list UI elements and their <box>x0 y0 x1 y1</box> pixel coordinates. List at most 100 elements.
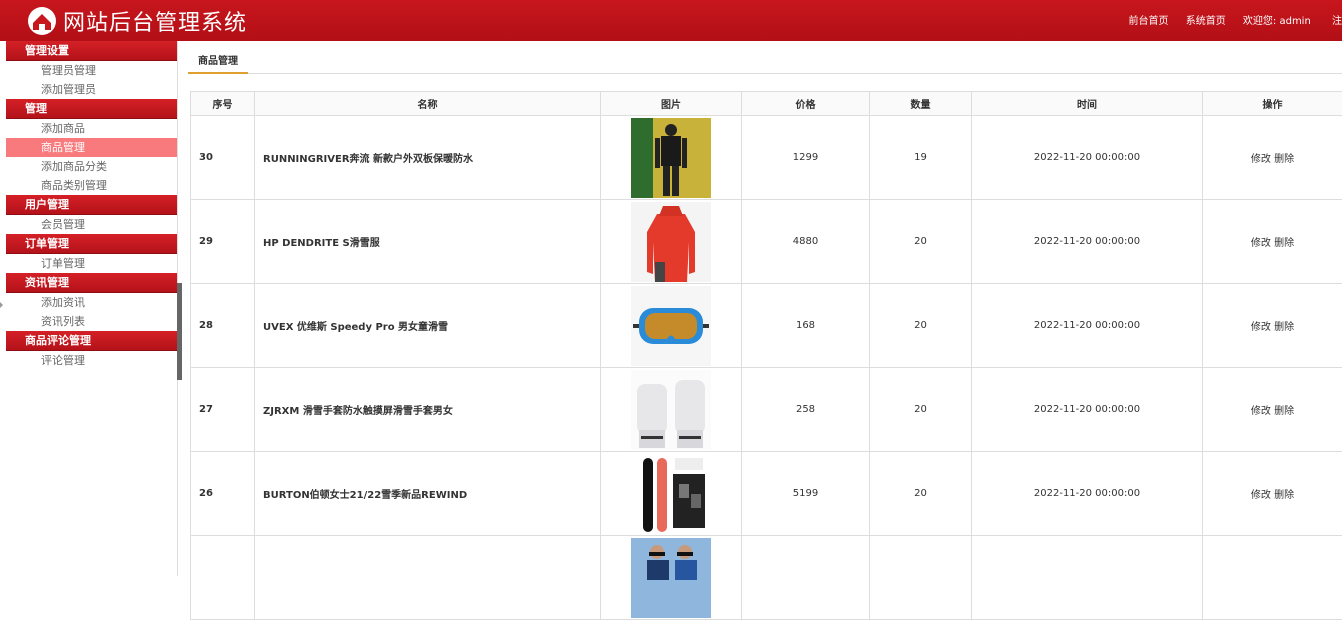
cell-name <box>255 536 601 620</box>
table-row: 28UVEX 优维斯 Speedy Pro 男女童滑雪 168202022-11-… <box>191 284 1342 368</box>
logout-link[interactable]: 注 <box>1332 16 1342 27</box>
sidebar-item-category-manage[interactable]: 商品类别管理 <box>0 176 177 195</box>
cell-price: 168 <box>742 284 870 368</box>
ski-gloves-photo <box>631 370 711 450</box>
cell-qty: 19 <box>870 116 972 200</box>
sidebar: 管理设置 管理员管理 添加管理员 管理 添加商品 商品管理 添加商品分类 商品类… <box>0 41 178 576</box>
table-row: 29HP DENDRITE S滑雪服4880202022-11-20 00:00… <box>191 200 1342 284</box>
sidebar-group-comments[interactable]: 商品评论管理 <box>6 331 177 351</box>
skier-jacket-photo <box>631 118 711 198</box>
edit-link[interactable]: 修改 <box>1251 238 1271 249</box>
cell-price <box>742 536 870 620</box>
sidebar-group-users[interactable]: 用户管理 <box>6 195 177 215</box>
cell-actions <box>1203 536 1342 620</box>
table-row <box>191 536 1342 620</box>
cell-image <box>601 368 742 452</box>
col-header-id: 序号 <box>191 92 255 116</box>
cell-id <box>191 536 255 620</box>
cell-time: 2022-11-20 00:00:00 <box>972 200 1203 284</box>
cell-price: 1299 <box>742 116 870 200</box>
cell-time: 2022-11-20 00:00:00 <box>972 368 1203 452</box>
table-header-row: 序号 名称 图片 价格 数量 时间 操作 <box>191 92 1342 116</box>
sidebar-item-product-manage[interactable]: 商品管理 <box>6 138 177 157</box>
top-links: 前台首页 系统首页 欢迎您: admin 注 <box>1115 12 1342 27</box>
sidebar-group-news[interactable]: 资讯管理 <box>6 273 177 293</box>
sidebar-item-add-news[interactable]: 添加资讯 <box>0 293 177 312</box>
table-row: 26BURTON伯顿女士21/22雪季新品REWIND 5199202022-11… <box>191 452 1342 536</box>
delete-link[interactable]: 删除 <box>1274 154 1294 165</box>
sidebar-item-member-manage[interactable]: 会员管理 <box>0 215 177 234</box>
cell-qty <box>870 536 972 620</box>
tab-bar: 商品管理 <box>188 52 1342 74</box>
cell-actions: 修改 删除 <box>1203 368 1342 452</box>
col-header-name: 名称 <box>255 92 601 116</box>
sidebar-item-add-category[interactable]: 添加商品分类 <box>0 157 177 176</box>
cell-id: 29 <box>191 200 255 284</box>
edit-link[interactable]: 修改 <box>1251 322 1271 333</box>
sidebar-group-admin-settings[interactable]: 管理设置 <box>6 41 177 61</box>
cell-actions: 修改 删除 <box>1203 452 1342 536</box>
tab-product-manage[interactable]: 商品管理 <box>188 52 248 74</box>
cell-time: 2022-11-20 00:00:00 <box>972 452 1203 536</box>
delete-link[interactable]: 删除 <box>1274 490 1294 501</box>
sidebar-group-orders[interactable]: 订单管理 <box>6 234 177 254</box>
cell-id: 30 <box>191 116 255 200</box>
col-header-qty: 数量 <box>870 92 972 116</box>
col-header-time: 时间 <box>972 92 1203 116</box>
cell-name: ZJRXM 滑雪手套防水触摸屏滑雪手套男女 <box>255 368 601 452</box>
edit-link[interactable]: 修改 <box>1251 490 1271 501</box>
edit-link[interactable]: 修改 <box>1251 406 1271 417</box>
front-home-link[interactable]: 前台首页 <box>1129 16 1169 27</box>
sidebar-item-add-admin[interactable]: 添加管理员 <box>0 80 177 99</box>
cell-qty: 20 <box>870 284 972 368</box>
cell-actions: 修改 删除 <box>1203 284 1342 368</box>
sidebar-item-admin-manage[interactable]: 管理员管理 <box>0 61 177 80</box>
col-header-actions: 操作 <box>1203 92 1342 116</box>
house-logo-icon <box>24 5 60 37</box>
cell-time: 2022-11-20 00:00:00 <box>972 116 1203 200</box>
sidebar-item-news-list[interactable]: 资讯列表 <box>0 312 177 331</box>
cell-id: 27 <box>191 368 255 452</box>
edit-link[interactable]: 修改 <box>1251 154 1271 165</box>
expand-arrow-icon[interactable] <box>0 302 3 308</box>
cell-name: RUNNINGRIVER奔流 新款户外双板保暖防水 <box>255 116 601 200</box>
cell-image <box>601 452 742 536</box>
cell-qty: 20 <box>870 368 972 452</box>
skiers-photo <box>631 538 711 618</box>
red-ski-jacket-photo <box>631 202 711 282</box>
table-row: 27ZJRXM 滑雪手套防水触摸屏滑雪手套男女 258202022-11-20 0… <box>191 368 1342 452</box>
cell-price: 258 <box>742 368 870 452</box>
cell-time <box>972 536 1203 620</box>
cell-image <box>601 284 742 368</box>
table-row: 30RUNNINGRIVER奔流 新款户外双板保暖防水 1299192022-11… <box>191 116 1342 200</box>
cell-image <box>601 116 742 200</box>
delete-link[interactable]: 删除 <box>1274 406 1294 417</box>
cell-time: 2022-11-20 00:00:00 <box>972 284 1203 368</box>
cell-id: 26 <box>191 452 255 536</box>
ski-goggles-photo <box>631 286 711 366</box>
cell-image <box>601 200 742 284</box>
sidebar-item-add-product[interactable]: 添加商品 <box>0 119 177 138</box>
delete-link[interactable]: 删除 <box>1274 238 1294 249</box>
delete-link[interactable]: 删除 <box>1274 322 1294 333</box>
system-title: 网站后台管理系统 <box>63 5 247 37</box>
col-header-price: 价格 <box>742 92 870 116</box>
sidebar-collapse-handle[interactable] <box>177 283 182 380</box>
cell-id: 28 <box>191 284 255 368</box>
cell-name: HP DENDRITE S滑雪服 <box>255 200 601 284</box>
sidebar-group-manage[interactable]: 管理 <box>6 99 177 119</box>
sidebar-item-comment-manage[interactable]: 评论管理 <box>0 351 177 370</box>
cell-name: UVEX 优维斯 Speedy Pro 男女童滑雪 <box>255 284 601 368</box>
col-header-image: 图片 <box>601 92 742 116</box>
welcome-user: 欢迎您: admin <box>1243 16 1311 27</box>
cell-name: BURTON伯顿女士21/22雪季新品REWIND <box>255 452 601 536</box>
cell-actions: 修改 删除 <box>1203 116 1342 200</box>
top-header: 网站后台管理系统 前台首页 系统首页 欢迎您: admin 注 <box>0 0 1342 41</box>
cell-qty: 20 <box>870 452 972 536</box>
cell-price: 5199 <box>742 452 870 536</box>
system-home-link[interactable]: 系统首页 <box>1186 16 1226 27</box>
snowboard-photo <box>631 454 711 534</box>
cell-image <box>601 536 742 620</box>
sidebar-item-order-manage[interactable]: 订单管理 <box>0 254 177 273</box>
cell-price: 4880 <box>742 200 870 284</box>
